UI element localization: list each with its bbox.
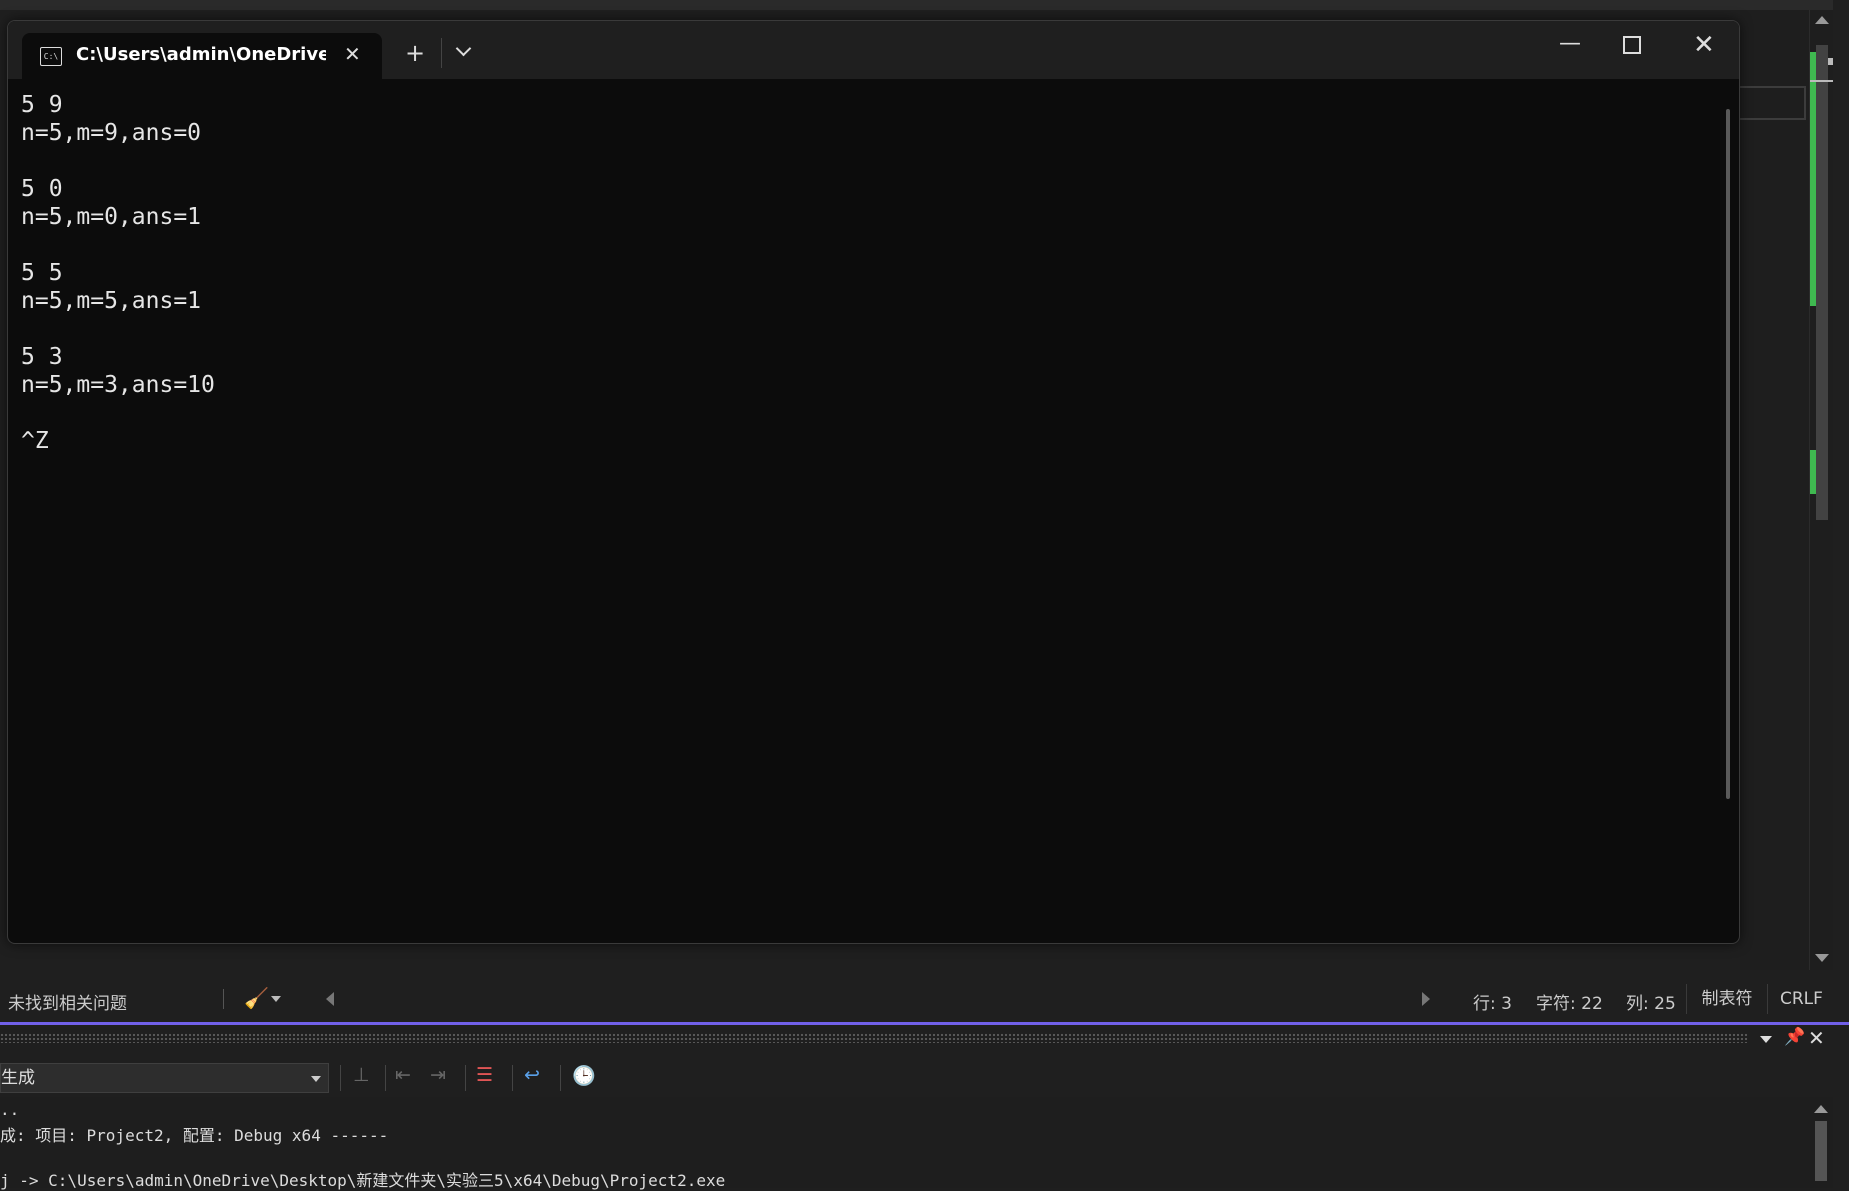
output-line: .. [0,1100,20,1119]
divider [465,1065,466,1091]
next-message-icon[interactable]: ⇥ [430,1064,446,1086]
console-line: n=5,m=5,ans=1 [21,288,202,314]
minimize-button[interactable]: — [1559,31,1581,56]
output-source-select[interactable]: 生成 [0,1063,329,1093]
divider [512,1065,513,1091]
word-wrap-icon[interactable]: ↩ [524,1064,540,1086]
scrollbar-thumb[interactable] [1815,1121,1827,1181]
column-number-indicator[interactable]: 列: 25 [1626,989,1676,1014]
divider [340,1065,341,1091]
output-text[interactable]: .. 成: 项目: Project2, 配置: Debug x64 ------… [0,1097,1809,1190]
caret-position-marker [1810,80,1834,82]
change-marker [1810,52,1816,306]
find-message-icon[interactable]: ⊥ [353,1064,370,1086]
chevron-down-icon [311,1076,321,1082]
maximize-button[interactable] [1623,36,1641,54]
console-output[interactable]: 5 9 n=5,m=9,ans=0 5 0 n=5,m=0,ans=1 5 5 n=5… [21,91,215,455]
tab-close-icon[interactable]: ✕ [344,42,361,66]
clear-all-icon[interactable]: ☰ [476,1064,493,1086]
editor-background [1740,10,1809,970]
editor-vertical-scrollbar[interactable] [1809,10,1834,970]
terminal-title-bar[interactable]: C:\ C:\Users\admin\OneDrive\Des ✕ + — ✕ [8,21,1739,79]
chevron-down-icon[interactable] [271,996,281,1002]
output-panel-toolbar: 生成 ⊥ ⇤ ⇥ ☰ ↩ 🕒 [0,1053,1849,1097]
console-line: 5 9 [21,92,63,118]
panel-options-chevron-icon[interactable] [1760,1036,1772,1043]
scroll-up-icon[interactable] [1815,16,1829,24]
console-line: 5 0 [21,176,63,202]
output-scrollbar[interactable] [1809,1097,1833,1188]
scroll-up-icon[interactable] [1814,1105,1828,1113]
console-line: 5 3 [21,344,63,370]
scroll-left-icon[interactable] [326,992,334,1006]
cmd-icon: C:\ [40,47,62,66]
console-line: n=5,m=0,ans=1 [21,204,202,230]
divider [560,1065,561,1091]
code-cleanup-brush-icon[interactable]: 🧹 [244,986,269,1010]
console-line: n=5,m=3,ans=10 [21,372,215,398]
line-ending-indicator[interactable]: CRLF [1780,989,1823,1009]
panel-close-icon[interactable]: ✕ [1808,1026,1825,1050]
terminal-tab[interactable]: C:\ C:\Users\admin\OneDrive\Des ✕ [22,33,382,79]
console-line: n=5,m=9,ans=0 [21,120,202,146]
terminal-scrollbar[interactable] [1726,109,1730,799]
output-source-value: 生成 [1,1068,35,1088]
previous-message-icon[interactable]: ⇤ [395,1064,411,1086]
divider [385,1065,386,1091]
tab-dropdown-chevron-icon[interactable] [455,40,472,57]
panel-drag-handle[interactable] [0,1033,1748,1043]
scroll-right-icon[interactable] [1422,992,1430,1006]
change-marker [1810,450,1816,494]
output-line: 成: 项目: Project2, 配置: Debug x64 ------ [0,1126,389,1145]
window-close-button[interactable]: ✕ [1693,30,1715,60]
scroll-down-icon[interactable] [1815,954,1829,962]
output-line: j -> C:\Users\admin\OneDrive\Desktop\新建文… [0,1171,726,1190]
ide-top-strip [0,0,1849,10]
console-line: ^Z [21,428,49,454]
output-panel-header: 📌 ✕ [0,1025,1849,1053]
divider [441,38,442,68]
issues-status[interactable]: 未找到相关问题 [8,989,127,1014]
pin-icon[interactable]: 📌 [1784,1027,1805,1047]
editor-find-box[interactable] [1740,86,1806,120]
editor-status-bar: 未找到相关问题 🧹 行: 3 字符: 22 列: 25 制表符 CRLF [0,984,1849,1014]
tab-title: C:\Users\admin\OneDrive\Des [76,44,326,65]
line-number-indicator[interactable]: 行: 3 [1473,989,1512,1014]
terminal-window: C:\ C:\Users\admin\OneDrive\Des ✕ + — ✕ … [7,20,1740,944]
new-tab-button[interactable]: + [405,41,425,65]
char-number-indicator[interactable]: 字符: 22 [1536,989,1603,1014]
scrollbar-thumb[interactable] [1816,45,1828,520]
console-line: 5 5 [21,260,63,286]
timestamp-clock-icon[interactable]: 🕒 [572,1064,596,1087]
divider [223,989,224,1009]
indentation-mode[interactable]: 制表符 [1686,984,1768,1014]
